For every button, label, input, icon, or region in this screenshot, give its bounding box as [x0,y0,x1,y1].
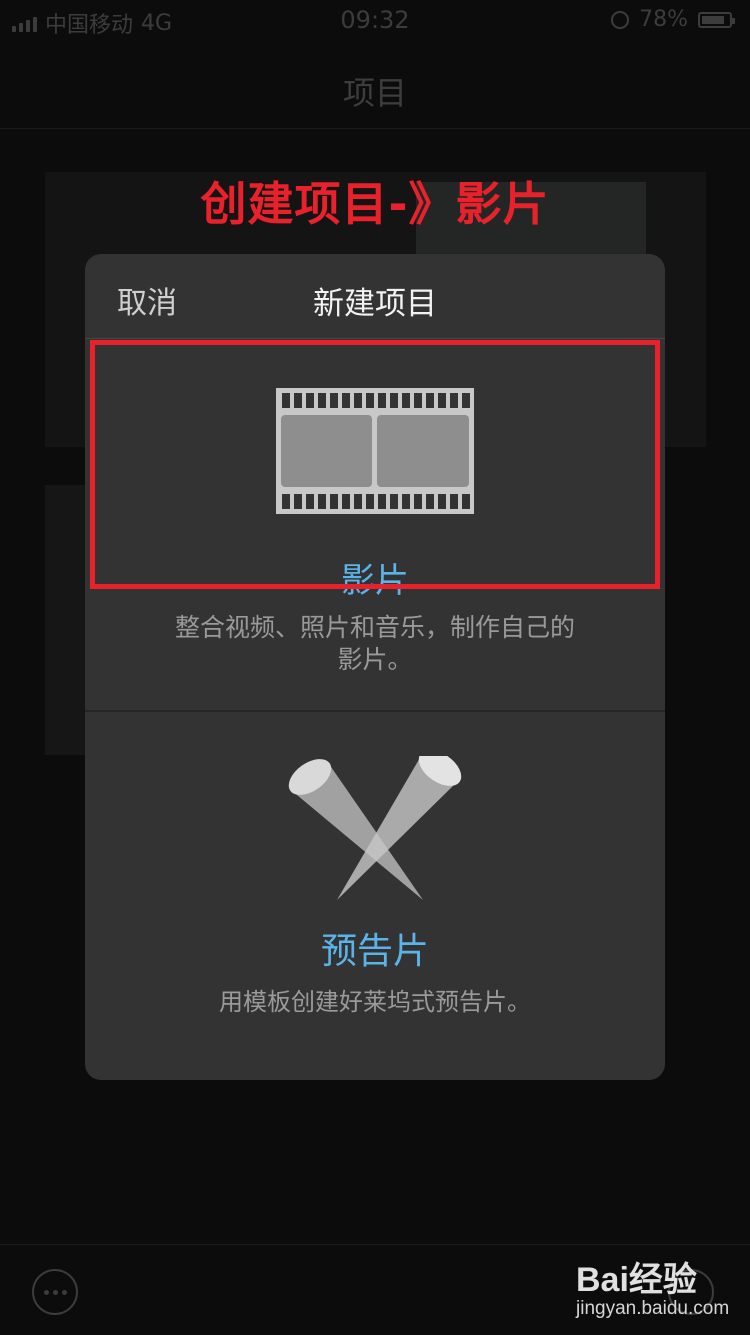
sprocket-hole [414,494,422,509]
spotlight-icon [288,756,462,900]
sprocket-hole [366,494,374,509]
watermark-url: jingyan.baidu.com [576,1298,730,1319]
sprocket-hole [450,393,458,408]
page-title: 项目 [342,74,407,112]
sprocket-hole [438,494,446,509]
trailer-option[interactable]: 预告片 用模板创建好莱坞式预告片。 [85,712,665,1080]
sprocket-hole [390,494,398,509]
sprocket-hole [414,393,422,408]
watermark-logo: Bai经验 [576,1261,697,1299]
rotation-lock-icon [611,10,630,29]
ellipsis-icon[interactable] [32,1269,78,1315]
dialog-title: 新建项目 [313,286,437,322]
sprocket-hole [342,494,350,509]
sprocket-hole [330,494,338,509]
sprocket-hole [330,393,338,408]
sprocket-hole [294,393,302,408]
nav-bar: 项目 [0,40,750,129]
sprocket-hole [318,494,326,509]
sprocket-hole [390,393,398,408]
sprocket-hole [294,494,302,509]
dialog-header: 取消 新建项目 [85,254,665,339]
movie-description: 整合视频、照片和音乐，制作自己的影片。 [175,613,576,674]
sprocket-hole [462,393,470,408]
sprocket-hole [378,393,386,408]
movie-option[interactable]: 影片 整合视频、照片和音乐，制作自己的影片。 [85,339,665,711]
sprocket-hole [426,494,434,509]
sprocket-hole [282,393,290,408]
sprocket-hole [426,393,434,408]
status-bar: 中国移动 4G 09:32 78% [0,0,750,40]
sprocket-hole [402,393,410,408]
new-project-dialog: 取消 新建项目 影片 整合视频、照片和音乐，制作自己的影片。 预告片 用模板创建… [85,254,665,1080]
sprocket-hole [354,393,362,408]
sprocket-hole [342,393,350,408]
status-right: 78% [611,7,735,32]
trailer-label: 预告片 [320,931,429,972]
movie-label: 影片 [341,561,409,601]
trailer-description: 用模板创建好莱坞式预告片。 [219,988,531,1016]
sprocket-hole [450,494,458,509]
sprocket-hole [366,393,374,408]
sprocket-hole [282,494,290,509]
battery-icon [698,11,735,28]
baidu-watermark: Bai经验 jingyan.baidu.com [576,1252,746,1322]
sprocket-hole [354,494,362,509]
sprocket-hole [402,494,410,509]
sprocket-hole [306,393,314,408]
sprocket-hole [438,393,446,408]
sprocket-hole [378,494,386,509]
sprocket-hole [462,494,470,509]
sprocket-hole [318,393,326,408]
film-strip-icon [276,388,474,514]
annotation-text: 创建项目-》影片 [200,177,550,231]
battery-percent: 78% [639,7,688,32]
sprocket-hole [306,494,314,509]
